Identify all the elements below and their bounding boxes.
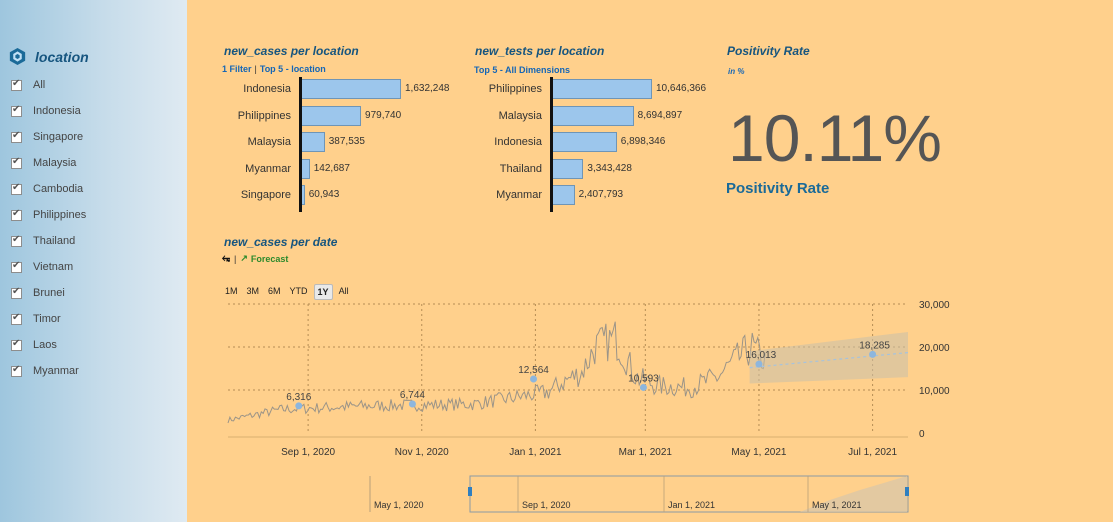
annotation-label: 6,744: [400, 390, 425, 401]
annotation-label: 10,593: [628, 373, 659, 384]
annotation-point: [530, 375, 538, 383]
timeseries-chart: 30,000 20,000 10,000 0 Sep 1, 2020 Nov 1, 202…: [227, 300, 950, 513]
y-tick-label: 20,000: [919, 343, 950, 354]
navigator-handle-right[interactable]: [905, 487, 909, 496]
annotation-label: 18,285: [859, 340, 890, 351]
navigator-handle-left[interactable]: [468, 487, 472, 496]
y-tick-label: 0: [919, 429, 925, 440]
x-tick-label: Jul 1, 2021: [848, 447, 897, 458]
annotation-point: [408, 400, 416, 408]
navigator-tick-label: Sep 1, 2020: [522, 500, 571, 510]
x-tick-label: Jan 1, 2021: [509, 447, 562, 458]
x-tick-label: Nov 1, 2020: [395, 447, 449, 458]
navigator-tick-label: Jan 1, 2021: [668, 500, 715, 510]
x-tick-label: Sep 1, 2020: [281, 447, 335, 458]
y-tick-label: 10,000: [919, 386, 950, 397]
annotation-point: [639, 383, 647, 391]
annotation-label: 6,316: [286, 392, 311, 403]
navigator-tick-label: May 1, 2021: [812, 500, 862, 510]
annotation-label: 12,564: [518, 365, 549, 376]
annotation-point: [755, 360, 763, 368]
annotation-point: [869, 350, 877, 358]
x-tick-label: Mar 1, 2021: [619, 447, 673, 458]
series-line: [227, 321, 766, 424]
navigator-tick-label: May 1, 2020: [374, 500, 424, 510]
annotation-point: [295, 402, 303, 410]
annotation-label: 16,013: [746, 350, 777, 361]
x-tick-label: May 1, 2021: [731, 447, 786, 458]
y-tick-label: 30,000: [919, 300, 950, 311]
